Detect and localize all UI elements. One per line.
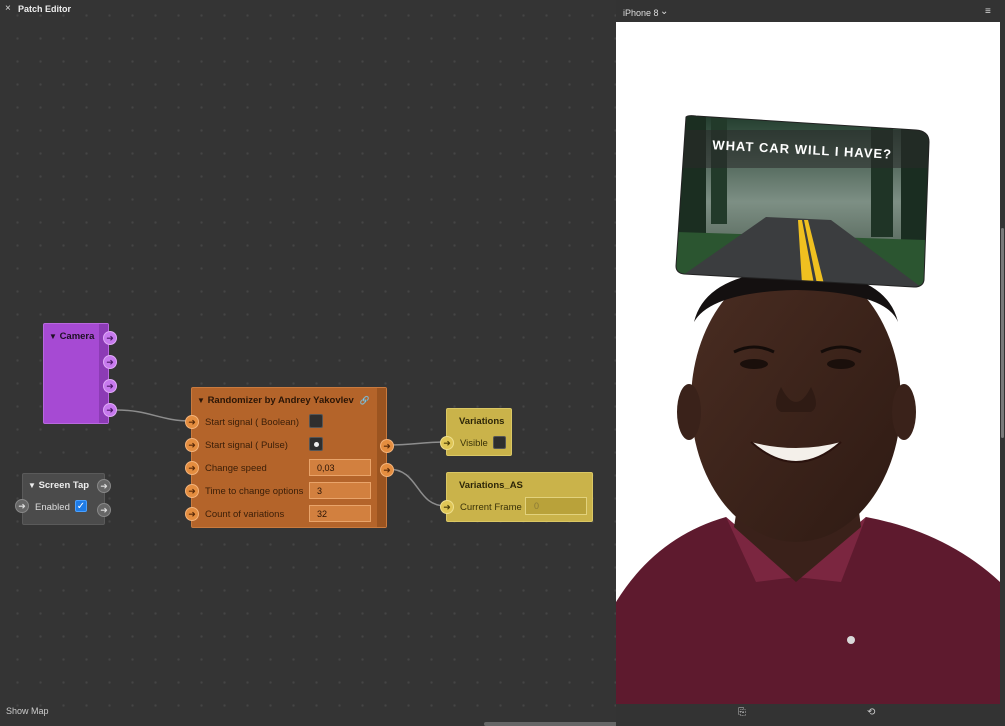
chevron-down-icon[interactable]: ⌄	[660, 6, 668, 17]
simulator-preview[interactable]: WHAT CAR WILL I HAVE?	[616, 22, 1000, 704]
current-frame-label: Current Frame	[460, 502, 522, 513]
arrow-right-icon: ➜	[106, 380, 114, 391]
preview-header	[616, 0, 1005, 22]
preview-footer	[616, 704, 1005, 726]
change-speed-field[interactable]: 0,03	[309, 459, 371, 476]
time-to-change-field[interactable]: 3	[309, 482, 371, 499]
current-frame-field[interactable]: 0	[525, 497, 587, 515]
input-port-time-to-change[interactable]: ➜	[185, 484, 199, 498]
variations-visible-input-port[interactable]: ➜	[440, 436, 454, 450]
wire-randomizer-to-variations	[387, 441, 447, 446]
arrow-right-icon: ➜	[106, 404, 114, 415]
start-pulse-button[interactable]	[309, 437, 323, 451]
panel-title: Patch Editor	[18, 4, 72, 14]
arrow-right-icon: ➜	[383, 464, 391, 475]
camera-output-port-4[interactable]: ➜	[103, 403, 117, 417]
screen-tap-header[interactable]: ▼ Screen Tap	[28, 480, 89, 491]
collapse-triangle-icon[interactable]: ▼	[28, 481, 36, 490]
input-port-start-boolean[interactable]: ➜	[185, 415, 199, 429]
input-label-time-to-change: Time to change options	[205, 486, 304, 497]
current-frame-input-port[interactable]: ➜	[440, 500, 454, 514]
screen-tap-title: Screen Tap	[38, 480, 90, 491]
collapse-triangle-icon[interactable]: ▼	[197, 396, 205, 405]
patch-canvas[interactable]: × Patch Editor ▼ Camera ➜ ➜ ➜ ➜ ▼ Screen…	[0, 0, 722, 726]
hamburger-menu-icon[interactable]: ≡	[985, 6, 991, 17]
patch-editor-topbar: × Patch Editor	[0, 0, 616, 20]
camera-patch-header[interactable]: ▼ Camera	[49, 331, 94, 342]
wire-camera-to-randomizer	[115, 409, 192, 422]
visible-label: Visible	[460, 438, 488, 449]
visible-checkbox[interactable]	[493, 436, 506, 449]
enabled-label: Enabled	[35, 502, 70, 513]
arrow-right-icon: ➜	[383, 440, 391, 451]
arrow-right-icon: ➜	[188, 462, 196, 473]
arrow-right-icon: ➜	[100, 504, 108, 515]
randomizer-output-port-2[interactable]: ➜	[380, 463, 394, 477]
arrow-right-icon: ➜	[188, 508, 196, 519]
arrow-right-icon: ➜	[100, 480, 108, 491]
arrow-right-icon: ➜	[18, 500, 26, 511]
camera-switch-icon[interactable]: ⎘	[738, 707, 746, 718]
count-of-variations-field[interactable]: 32	[309, 505, 371, 522]
screen-tap-input-port[interactable]: ➜	[15, 499, 29, 513]
input-label-start-pulse: Start signal ( Pulse)	[205, 440, 288, 451]
vertical-scrollbar[interactable]	[1001, 228, 1004, 438]
screen-tap-output-port-2[interactable]: ➜	[97, 503, 111, 517]
input-label-count-of-variations: Count of variations	[205, 509, 285, 520]
pulse-dot-icon	[313, 441, 319, 447]
screen-tap-patch[interactable]: ▼ Screen Tap ➜ Enabled ✓ ➜ ➜	[15, 473, 111, 525]
show-map-button[interactable]: Show Map	[6, 706, 49, 716]
camera-output-port-1[interactable]: ➜	[103, 331, 117, 345]
randomizer-title: Randomizer by Andrey Yakovlev	[207, 395, 354, 406]
randomizer-patch[interactable]: ▼ Randomizer by Andrey Yakovlev 🔗 ➜ Star…	[185, 387, 394, 528]
preview-scene: WHAT CAR WILL I HAVE?	[616, 115, 1000, 704]
camera-output-port-3[interactable]: ➜	[103, 379, 117, 393]
variations-as-patch[interactable]: Variations_AS ➜ Current Frame 0	[440, 472, 593, 522]
randomizer-output-port-1[interactable]: ➜	[380, 439, 394, 453]
arrow-right-icon: ➜	[106, 332, 114, 343]
input-label-change-speed: Change speed	[205, 463, 267, 474]
input-port-count-of-variations[interactable]: ➜	[185, 507, 199, 521]
arrow-right-icon: ➜	[443, 437, 451, 448]
device-selector[interactable]: iPhone 8	[623, 8, 659, 18]
input-label-start-boolean: Start signal ( Boolean)	[205, 417, 299, 428]
rotate-icon[interactable]: ⟲	[867, 707, 875, 718]
randomizer-header[interactable]: ▼ Randomizer by Andrey Yakovlev 🔗	[197, 395, 369, 406]
camera-output-port-2[interactable]: ➜	[103, 355, 117, 369]
input-port-change-speed[interactable]: ➜	[185, 461, 199, 475]
checkmark-icon: ✓	[76, 500, 86, 512]
start-boolean-checkbox[interactable]	[309, 414, 323, 428]
wire-randomizer-to-variations-as	[387, 468, 447, 507]
arrow-right-icon: ➜	[188, 439, 196, 450]
enabled-checkbox[interactable]: ✓	[75, 500, 87, 512]
close-icon[interactable]: ×	[5, 3, 11, 14]
output-strip	[377, 388, 386, 527]
variations-as-title[interactable]: Variations_AS	[459, 480, 523, 491]
variations-title[interactable]: Variations	[459, 416, 504, 427]
camera-patch-title: Camera	[59, 331, 95, 342]
variations-patch[interactable]: Variations ➜ Visible	[440, 408, 512, 456]
link-icon[interactable]: 🔗	[359, 396, 369, 405]
screen-tap-output-port-1[interactable]: ➜	[97, 479, 111, 493]
car-prediction-card	[676, 115, 929, 288]
camera-patch[interactable]: ▼ Camera ➜ ➜ ➜ ➜	[43, 323, 117, 424]
arrow-right-icon: ➜	[106, 356, 114, 367]
arrow-right-icon: ➜	[188, 416, 196, 427]
arrow-right-icon: ➜	[188, 485, 196, 496]
collapse-triangle-icon[interactable]: ▼	[49, 332, 57, 341]
arrow-right-icon: ➜	[443, 501, 451, 512]
input-port-start-pulse[interactable]: ➜	[185, 438, 199, 452]
